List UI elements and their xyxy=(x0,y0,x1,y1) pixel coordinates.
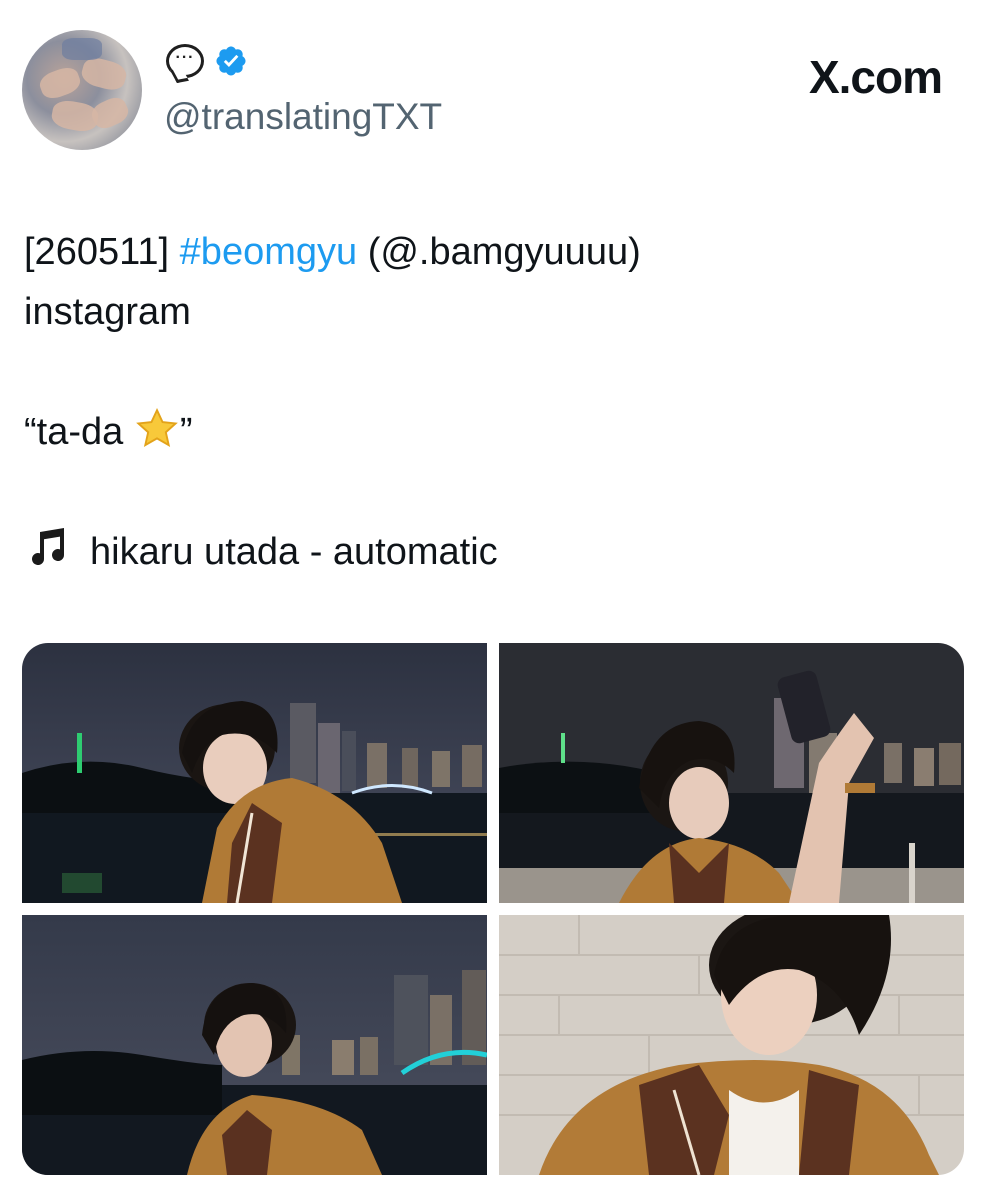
x-com-logo: X.com xyxy=(808,51,943,103)
mention: (@.bamgyuuuu) xyxy=(367,231,641,273)
photo-3[interactable] xyxy=(22,915,487,1175)
photo-2[interactable] xyxy=(499,643,964,903)
hashtag-link[interactable]: #beomgyu xyxy=(180,231,357,273)
quote-close: ” xyxy=(179,411,193,453)
display-name-row: ··· xyxy=(166,44,248,78)
song-title: hikaru utada - automatic xyxy=(90,531,498,573)
verified-badge-icon xyxy=(216,46,246,76)
platform-label: instagram xyxy=(24,291,191,333)
photo-1[interactable] xyxy=(22,643,487,903)
star-icon xyxy=(136,407,178,448)
quote-text: “ta-da xyxy=(24,411,124,453)
media-grid xyxy=(22,643,964,1175)
avatar[interactable] xyxy=(22,30,142,150)
speech-bubble-icon: ··· xyxy=(166,44,204,78)
author-handle[interactable]: @translatingTXT xyxy=(164,96,442,138)
music-notes-icon xyxy=(32,528,64,565)
photo-4[interactable] xyxy=(499,915,964,1175)
tweet-date: [260511] xyxy=(24,231,170,273)
tweet-text: [260511] #beomgyu (@.bamgyuuuu) instagra… xyxy=(24,222,641,582)
